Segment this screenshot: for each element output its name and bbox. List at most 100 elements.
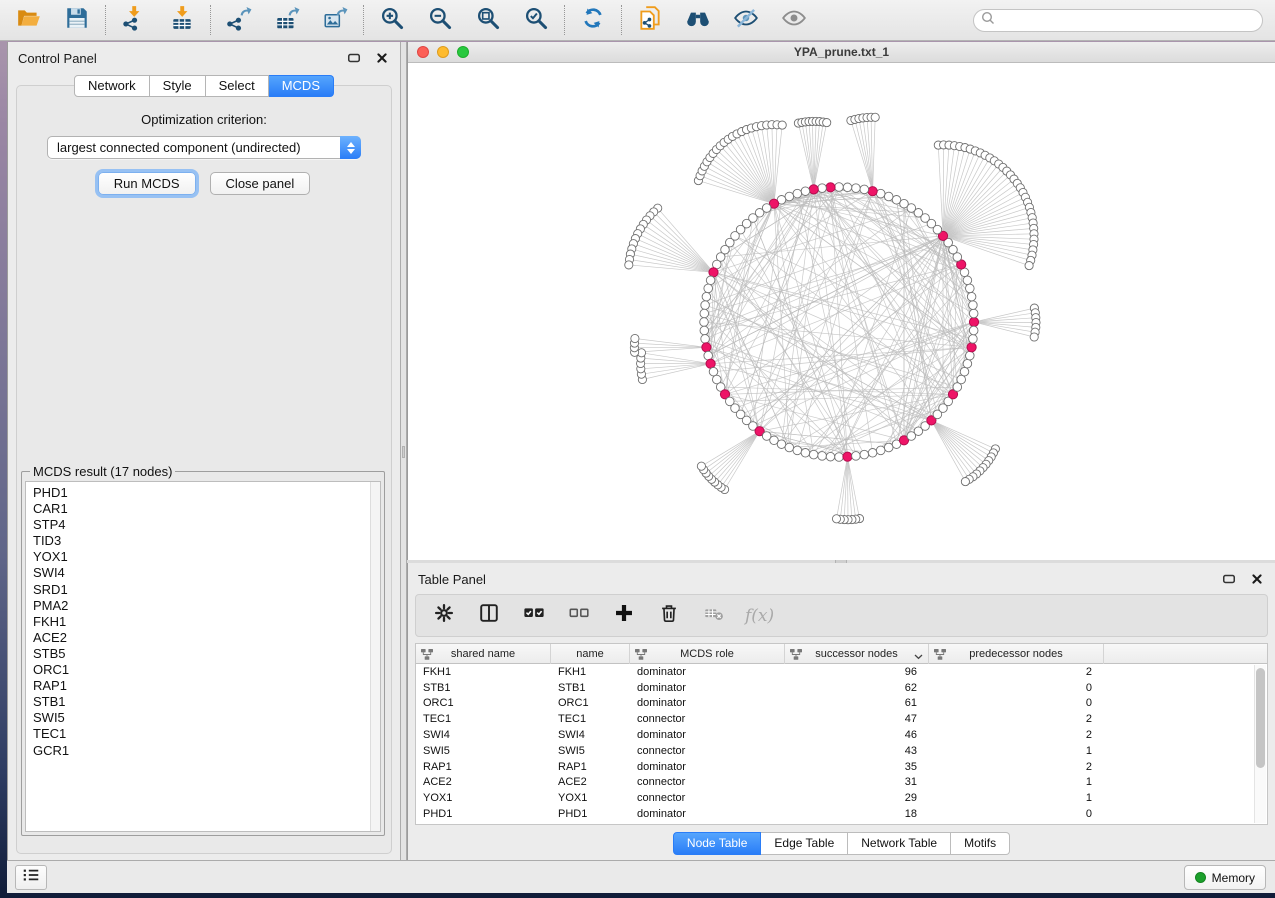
- tab-mcds[interactable]: MCDS: [269, 75, 334, 97]
- search-network-button[interactable]: [681, 5, 715, 35]
- close-panel-icon[interactable]: [374, 51, 390, 65]
- vertical-splitter[interactable]: [400, 42, 407, 860]
- mcds-node-item[interactable]: STB1: [33, 694, 380, 710]
- cell-MCDS-role[interactable]: dominator: [630, 666, 785, 678]
- cell-predecessor-nodes[interactable]: 2: [929, 729, 1104, 741]
- cell-name[interactable]: YOX1: [551, 792, 630, 804]
- cell-MCDS-role[interactable]: connector: [630, 776, 785, 788]
- share-document-button[interactable]: [633, 5, 667, 35]
- tab-network-table[interactable]: Network Table: [848, 832, 951, 855]
- open-button[interactable]: [12, 5, 46, 35]
- mcds-node-item[interactable]: RAP1: [33, 678, 380, 694]
- show-panels-button[interactable]: [777, 5, 811, 35]
- table-scrollbar[interactable]: [1254, 665, 1266, 823]
- cell-shared-name[interactable]: FKH1: [416, 666, 551, 678]
- cell-MCDS-role[interactable]: dominator: [630, 697, 785, 709]
- network-canvas[interactable]: [408, 64, 1275, 560]
- cell-successor-nodes[interactable]: 61: [785, 697, 929, 709]
- cell-successor-nodes[interactable]: 96: [785, 666, 929, 678]
- cell-name[interactable]: ACE2: [551, 776, 630, 788]
- memory-button[interactable]: Memory: [1184, 865, 1266, 890]
- refresh-button[interactable]: [576, 5, 610, 35]
- cell-successor-nodes[interactable]: 29: [785, 792, 929, 804]
- column-header-shared-name[interactable]: shared name: [416, 644, 551, 664]
- cell-successor-nodes[interactable]: 35: [785, 761, 929, 773]
- tab-select[interactable]: Select: [206, 75, 269, 97]
- tab-node-table[interactable]: Node Table: [673, 832, 762, 855]
- cell-name[interactable]: RAP1: [551, 761, 630, 773]
- mcds-node-item[interactable]: STP4: [33, 517, 380, 533]
- cell-shared-name[interactable]: ACE2: [416, 776, 551, 788]
- cell-name[interactable]: PHD1: [551, 808, 630, 820]
- table-row[interactable]: PHD1PHD1dominator180: [416, 806, 1267, 822]
- tab-network[interactable]: Network: [74, 75, 150, 97]
- table-row[interactable]: FKH1FKH1dominator962: [416, 664, 1267, 680]
- export-image-button[interactable]: [318, 5, 352, 35]
- table-row[interactable]: RAP1RAP1dominator352: [416, 759, 1267, 775]
- criterion-select[interactable]: largest connected component (undirected): [47, 136, 361, 159]
- hide-panels-button[interactable]: [729, 5, 763, 35]
- cell-successor-nodes[interactable]: 31: [785, 776, 929, 788]
- cell-name[interactable]: STB1: [551, 682, 630, 694]
- mcds-list-scrollbar[interactable]: [370, 482, 380, 831]
- table-row[interactable]: ACE2ACE2connector311: [416, 775, 1267, 791]
- mcds-node-item[interactable]: TEC1: [33, 726, 380, 742]
- cell-shared-name[interactable]: YOX1: [416, 792, 551, 804]
- cell-shared-name[interactable]: SWI4: [416, 729, 551, 741]
- cell-name[interactable]: FKH1: [551, 666, 630, 678]
- task-history-button[interactable]: [15, 865, 47, 890]
- mcds-node-item[interactable]: YOX1: [33, 549, 380, 565]
- zoom-out-button[interactable]: [423, 5, 457, 35]
- close-panel-icon[interactable]: [1249, 572, 1265, 586]
- table-row[interactable]: SWI5SWI5connector431: [416, 743, 1267, 759]
- cell-MCDS-role[interactable]: dominator: [630, 682, 785, 694]
- mcds-node-item[interactable]: SRD1: [33, 582, 380, 598]
- tab-edge-table[interactable]: Edge Table: [761, 832, 848, 855]
- delete-column-button[interactable]: [655, 602, 683, 630]
- splitter-grip[interactable]: [402, 446, 405, 458]
- cell-MCDS-role[interactable]: connector: [630, 792, 785, 804]
- mcds-node-item[interactable]: GCR1: [33, 743, 380, 759]
- add-column-button[interactable]: [610, 602, 638, 630]
- search-input[interactable]: [1000, 13, 1255, 27]
- cell-MCDS-role[interactable]: dominator: [630, 729, 785, 741]
- columns-button[interactable]: [475, 602, 503, 630]
- tab-style[interactable]: Style: [150, 75, 206, 97]
- import-network-button[interactable]: [117, 5, 151, 35]
- column-header-MCDS-role[interactable]: MCDS role: [630, 644, 785, 664]
- table-scrollbar-thumb[interactable]: [1256, 668, 1265, 768]
- table-row[interactable]: SWI4SWI4dominator462: [416, 727, 1267, 743]
- cell-predecessor-nodes[interactable]: 1: [929, 792, 1104, 804]
- cell-predecessor-nodes[interactable]: 2: [929, 761, 1104, 773]
- cell-MCDS-role[interactable]: dominator: [630, 808, 785, 820]
- cell-shared-name[interactable]: PHD1: [416, 808, 551, 820]
- column-header-successor-nodes[interactable]: successor nodes: [785, 644, 929, 664]
- tab-motifs[interactable]: Motifs: [951, 832, 1010, 855]
- cell-predecessor-nodes[interactable]: 0: [929, 682, 1104, 694]
- column-header-name[interactable]: name: [551, 644, 630, 664]
- mcds-node-item[interactable]: STB5: [33, 646, 380, 662]
- close-window-icon[interactable]: [417, 46, 429, 58]
- table-row[interactable]: ORC1ORC1dominator610: [416, 696, 1267, 712]
- column-header-predecessor-nodes[interactable]: predecessor nodes: [929, 644, 1104, 664]
- cell-successor-nodes[interactable]: 62: [785, 682, 929, 694]
- mcds-node-item[interactable]: PMA2: [33, 598, 380, 614]
- mcds-node-item[interactable]: ORC1: [33, 662, 380, 678]
- cell-shared-name[interactable]: STB1: [416, 682, 551, 694]
- import-table-button[interactable]: [165, 5, 199, 35]
- cell-MCDS-role[interactable]: dominator: [630, 761, 785, 773]
- table-row[interactable]: TEC1TEC1connector472: [416, 711, 1267, 727]
- cell-predecessor-nodes[interactable]: 1: [929, 776, 1104, 788]
- cell-name[interactable]: SWI4: [551, 729, 630, 741]
- cell-name[interactable]: TEC1: [551, 713, 630, 725]
- cell-successor-nodes[interactable]: 18: [785, 808, 929, 820]
- cell-successor-nodes[interactable]: 46: [785, 729, 929, 741]
- cell-predecessor-nodes[interactable]: 0: [929, 697, 1104, 709]
- cell-predecessor-nodes[interactable]: 0: [929, 808, 1104, 820]
- mcds-node-item[interactable]: TID3: [33, 533, 380, 549]
- cell-predecessor-nodes[interactable]: 2: [929, 713, 1104, 725]
- table-row[interactable]: STB1STB1dominator620: [416, 680, 1267, 696]
- cell-shared-name[interactable]: ORC1: [416, 697, 551, 709]
- cell-successor-nodes[interactable]: 47: [785, 713, 929, 725]
- cell-shared-name[interactable]: RAP1: [416, 761, 551, 773]
